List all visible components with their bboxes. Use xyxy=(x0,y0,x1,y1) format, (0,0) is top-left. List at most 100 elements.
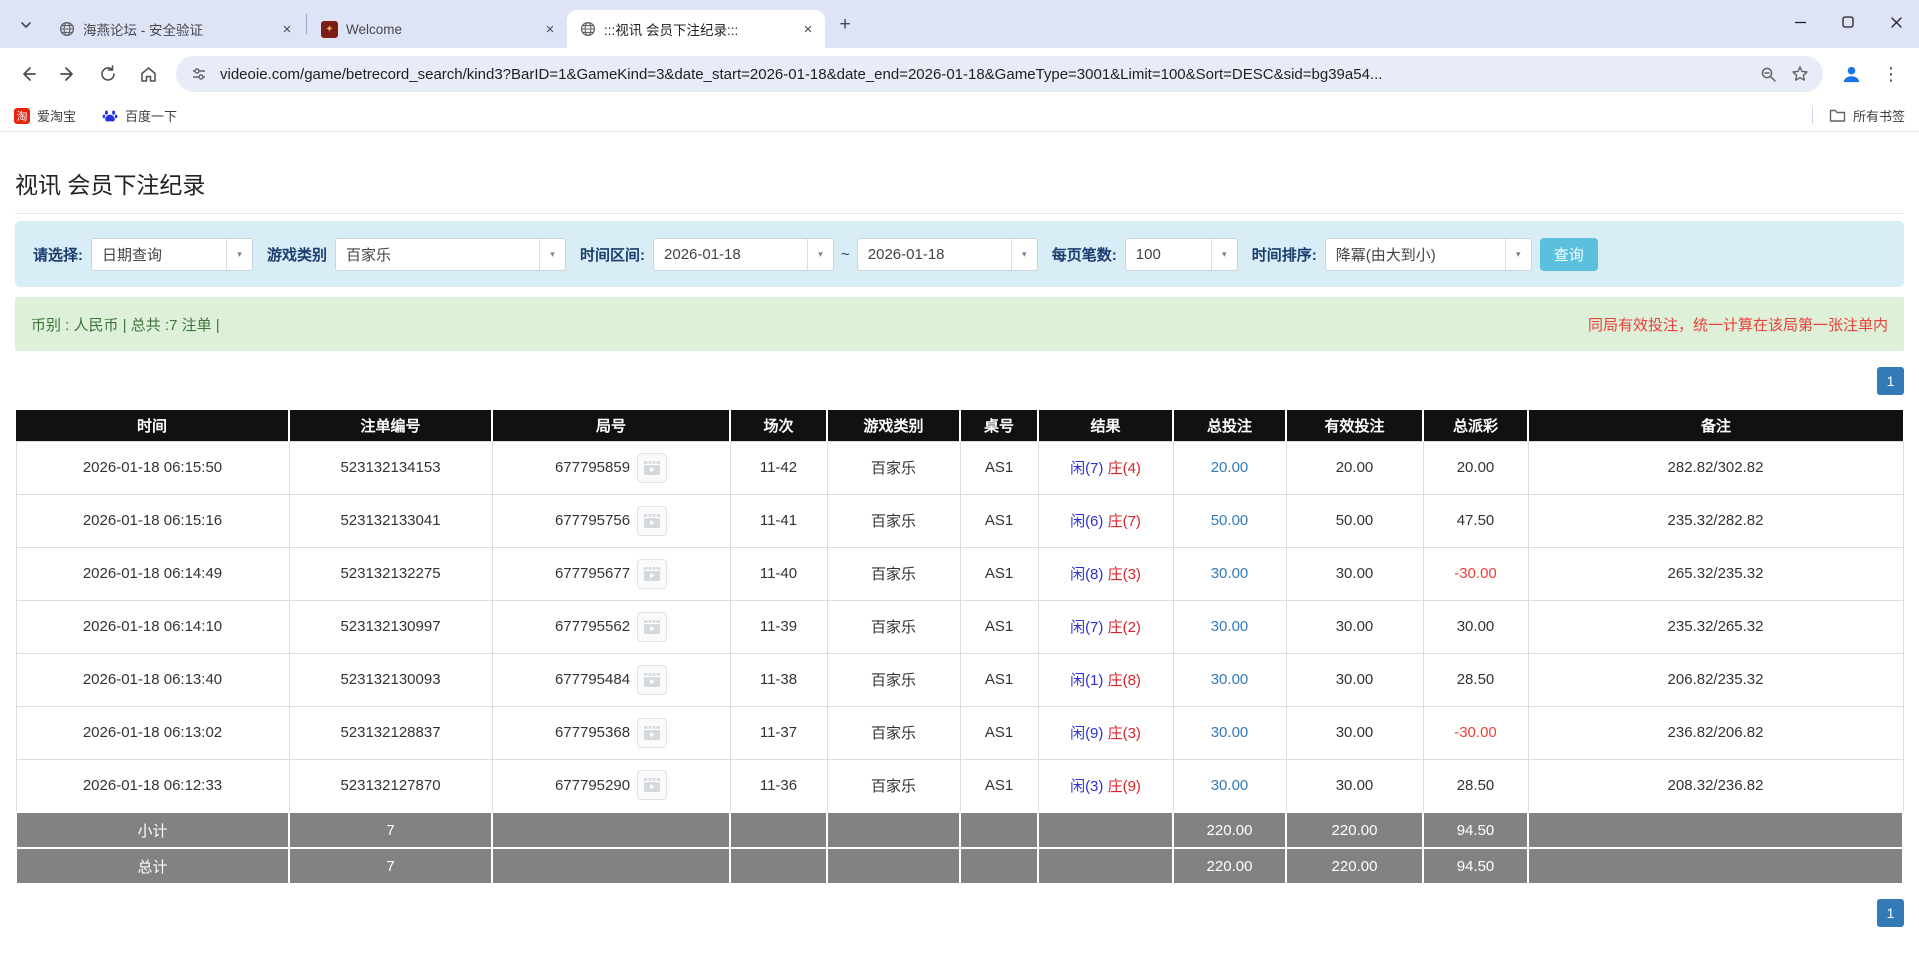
maximize-icon[interactable] xyxy=(1839,13,1857,31)
bookmark-baidu[interactable]: 百度一下 xyxy=(102,106,177,125)
banker-result: 庄(3) xyxy=(1108,566,1141,583)
chevron-down-icon: ▾ xyxy=(1505,239,1531,270)
chevron-down-icon xyxy=(20,19,32,31)
total-bet-link[interactable]: 30.00 xyxy=(1211,618,1249,635)
summary-cell xyxy=(1038,848,1173,884)
total-bet-link[interactable]: 20.00 xyxy=(1211,459,1249,476)
tab-haiyan-forum[interactable]: 海燕论坛 - 安全验证 × xyxy=(46,10,304,48)
tab-title: 海燕论坛 - 安全验证 xyxy=(83,19,270,39)
total-bet-link[interactable]: 30.00 xyxy=(1211,724,1249,741)
total-bet-cell: 30.00 xyxy=(1173,600,1286,653)
valid-bet-cell: 30.00 xyxy=(1286,759,1423,812)
column-header: 游戏类别 xyxy=(827,410,960,441)
total-bet-link[interactable]: 30.00 xyxy=(1211,777,1249,794)
remark-cell: 282.82/302.82 xyxy=(1528,441,1903,494)
back-button[interactable] xyxy=(10,56,46,92)
table-row: 2026-01-18 06:15:16523132133041677795756… xyxy=(16,494,1903,547)
time-cell: 2026-01-18 06:13:02 xyxy=(16,706,289,759)
forward-button[interactable] xyxy=(50,56,86,92)
tab-search-button[interactable] xyxy=(12,11,40,39)
total-bet-cell: 30.00 xyxy=(1173,706,1286,759)
date-start-select[interactable]: 2026-01-18 ▾ xyxy=(653,238,834,271)
url-text[interactable]: videoie.com/game/betrecord_search/kind3?… xyxy=(220,66,1747,83)
time-cell: 2026-01-18 06:13:40 xyxy=(16,653,289,706)
sort-select[interactable]: 降冪(由大到小) ▾ xyxy=(1325,238,1532,271)
close-window-icon[interactable] xyxy=(1887,13,1905,31)
chevron-down-icon: ▾ xyxy=(1211,239,1237,270)
total-bet-link[interactable]: 30.00 xyxy=(1211,565,1249,582)
summary-cell xyxy=(827,848,960,884)
video-replay-button[interactable] xyxy=(637,506,667,536)
per-page-select[interactable]: 100 ▾ xyxy=(1125,238,1238,271)
summary-cell xyxy=(1528,812,1903,848)
close-icon[interactable]: × xyxy=(278,20,296,38)
summary-cell: 7 xyxy=(289,848,492,884)
table-row: 2026-01-18 06:13:02523132128837677795368… xyxy=(16,706,1903,759)
new-tab-button[interactable]: + xyxy=(831,11,859,39)
all-bookmarks-button[interactable]: 所有书签 xyxy=(1829,106,1905,125)
bookmark-taobao[interactable]: 淘 爱淘宝 xyxy=(14,106,76,125)
time-cell: 2026-01-18 06:12:33 xyxy=(16,759,289,812)
close-icon[interactable]: × xyxy=(799,20,817,38)
home-button[interactable] xyxy=(130,56,166,92)
summary-cell xyxy=(827,812,960,848)
title-divider xyxy=(15,213,1904,214)
query-type-select[interactable]: 日期查询 ▾ xyxy=(91,238,253,271)
valid-bet-cell: 50.00 xyxy=(1286,494,1423,547)
column-header: 桌号 xyxy=(960,410,1038,441)
browser-menu-button[interactable]: ⋮ xyxy=(1873,56,1909,92)
round-cell: 677795859 xyxy=(492,441,730,494)
session-cell: 11-38 xyxy=(730,653,827,706)
folder-icon xyxy=(1829,108,1846,123)
valid-bet-cell: 30.00 xyxy=(1286,706,1423,759)
zoom-icon[interactable] xyxy=(1757,63,1779,85)
video-replay-button[interactable] xyxy=(637,718,667,748)
payout-value: 28.50 xyxy=(1457,671,1495,688)
video-replay-button[interactable] xyxy=(637,559,667,589)
tab-bet-records-active[interactable]: :::视讯 会员下注纪录::: × xyxy=(567,10,825,48)
game-kind-select[interactable]: 百家乐 ▾ xyxy=(335,238,566,271)
result-cell: 闲(7) 庄(4) xyxy=(1038,441,1173,494)
video-replay-button[interactable] xyxy=(637,453,667,483)
total-bet-cell: 20.00 xyxy=(1173,441,1286,494)
column-header: 总投注 xyxy=(1173,410,1286,441)
reload-button[interactable] xyxy=(90,56,126,92)
chevron-down-icon: ▾ xyxy=(539,239,565,270)
total-bet-link[interactable]: 50.00 xyxy=(1211,512,1249,529)
query-type-value: 日期查询 xyxy=(92,239,226,270)
summary-cell xyxy=(492,848,730,884)
date-end-select[interactable]: 2026-01-18 ▾ xyxy=(857,238,1038,271)
profile-avatar[interactable] xyxy=(1833,56,1869,92)
page-1-button[interactable]: 1 xyxy=(1877,367,1904,395)
game-kind-value: 百家乐 xyxy=(336,239,539,270)
page-content: 视讯 会员下注纪录 请选择: 日期查询 ▾ 游戏类别 百家乐 ▾ 时间区间: 2… xyxy=(0,166,1919,927)
summary-cell xyxy=(730,848,827,884)
tab-welcome[interactable]: ✦ Welcome × xyxy=(309,10,567,48)
summary-notice-text: 同局有效投注，统一计算在该局第一张注单内 xyxy=(1588,314,1888,335)
search-button[interactable]: 查询 xyxy=(1540,238,1598,271)
close-icon[interactable]: × xyxy=(541,20,559,38)
range-tilde: ~ xyxy=(841,246,850,263)
bet-id-cell: 523132130093 xyxy=(289,653,492,706)
session-cell: 11-40 xyxy=(730,547,827,600)
payout-value: 30.00 xyxy=(1457,618,1495,635)
table-no-cell: AS1 xyxy=(960,653,1038,706)
bet-id-cell: 523132130997 xyxy=(289,600,492,653)
payout-value: -30.00 xyxy=(1454,724,1497,741)
date-end-value: 2026-01-18 xyxy=(858,239,1011,270)
video-replay-button[interactable] xyxy=(637,612,667,642)
round-cell: 677795756 xyxy=(492,494,730,547)
game-kind-label: 游戏类别 xyxy=(267,244,327,265)
site-info-icon[interactable] xyxy=(188,63,210,85)
payout-value: 20.00 xyxy=(1457,459,1495,476)
video-replay-button[interactable] xyxy=(637,665,667,695)
column-header: 注单编号 xyxy=(289,410,492,441)
page-1-button[interactable]: 1 xyxy=(1877,899,1904,927)
bookmark-star-icon[interactable] xyxy=(1789,63,1811,85)
total-bet-link[interactable]: 30.00 xyxy=(1211,671,1249,688)
summary-cell xyxy=(960,848,1038,884)
video-replay-button[interactable] xyxy=(637,770,667,800)
page-title: 视讯 会员下注纪录 xyxy=(15,166,1904,200)
address-bar[interactable]: videoie.com/game/betrecord_search/kind3?… xyxy=(176,56,1823,92)
minimize-icon[interactable] xyxy=(1791,13,1809,31)
